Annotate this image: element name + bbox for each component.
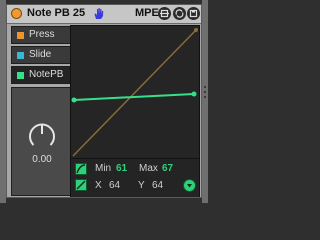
notepb-color-swatch [17, 72, 24, 79]
min-label: Min [95, 163, 112, 174]
knob-panel: 0.00 [11, 87, 73, 196]
point-icon[interactable] [75, 179, 87, 191]
device-title-bar[interactable]: Note PB 25 MPE [7, 5, 201, 24]
link-icon[interactable] [158, 7, 171, 20]
slide-color-swatch [17, 52, 24, 59]
press-color-swatch [17, 32, 24, 39]
chevron-down-icon[interactable] [183, 179, 196, 192]
save-icon[interactable] [187, 7, 200, 20]
knob-dial[interactable] [25, 118, 59, 152]
destination-label: Slide [29, 49, 52, 60]
curve-graph[interactable]: Min 61 Max 67 X 64 Y 64 [70, 25, 200, 197]
destination-label: Press [29, 29, 55, 40]
min-value[interactable]: 61 [116, 163, 127, 174]
x-label: X [95, 180, 102, 191]
hot-swap-icon[interactable] [173, 7, 186, 20]
max-label: Max [139, 163, 158, 174]
destination-slide[interactable]: Slide [11, 46, 73, 64]
mpe-label: MPE [135, 7, 159, 19]
hand-icon [94, 8, 104, 19]
curve-icon[interactable] [75, 163, 87, 175]
device-power-button[interactable] [11, 8, 22, 19]
y-value[interactable]: 64 [152, 180, 163, 191]
x-value[interactable]: 64 [109, 180, 120, 191]
device-title: Note PB 25 [27, 7, 86, 19]
curve-end-point[interactable] [191, 91, 197, 97]
device-right-edge [202, 0, 208, 203]
destination-label: NotePB [29, 69, 64, 80]
curve-start-point[interactable] [71, 97, 77, 103]
curve-plot[interactable] [71, 26, 199, 158]
max-value[interactable]: 67 [162, 163, 173, 174]
knob-value: 0.00 [32, 154, 52, 165]
y-label: Y [138, 180, 145, 191]
destination-notepb[interactable]: NotePB [11, 66, 73, 84]
destination-press[interactable]: Press [11, 26, 73, 44]
note-pb-device: Note PB 25 MPE Press Slide NotePB 0.00 M… [6, 4, 202, 198]
curve-controls: Min 61 Max 67 X 64 Y 64 [71, 158, 199, 197]
